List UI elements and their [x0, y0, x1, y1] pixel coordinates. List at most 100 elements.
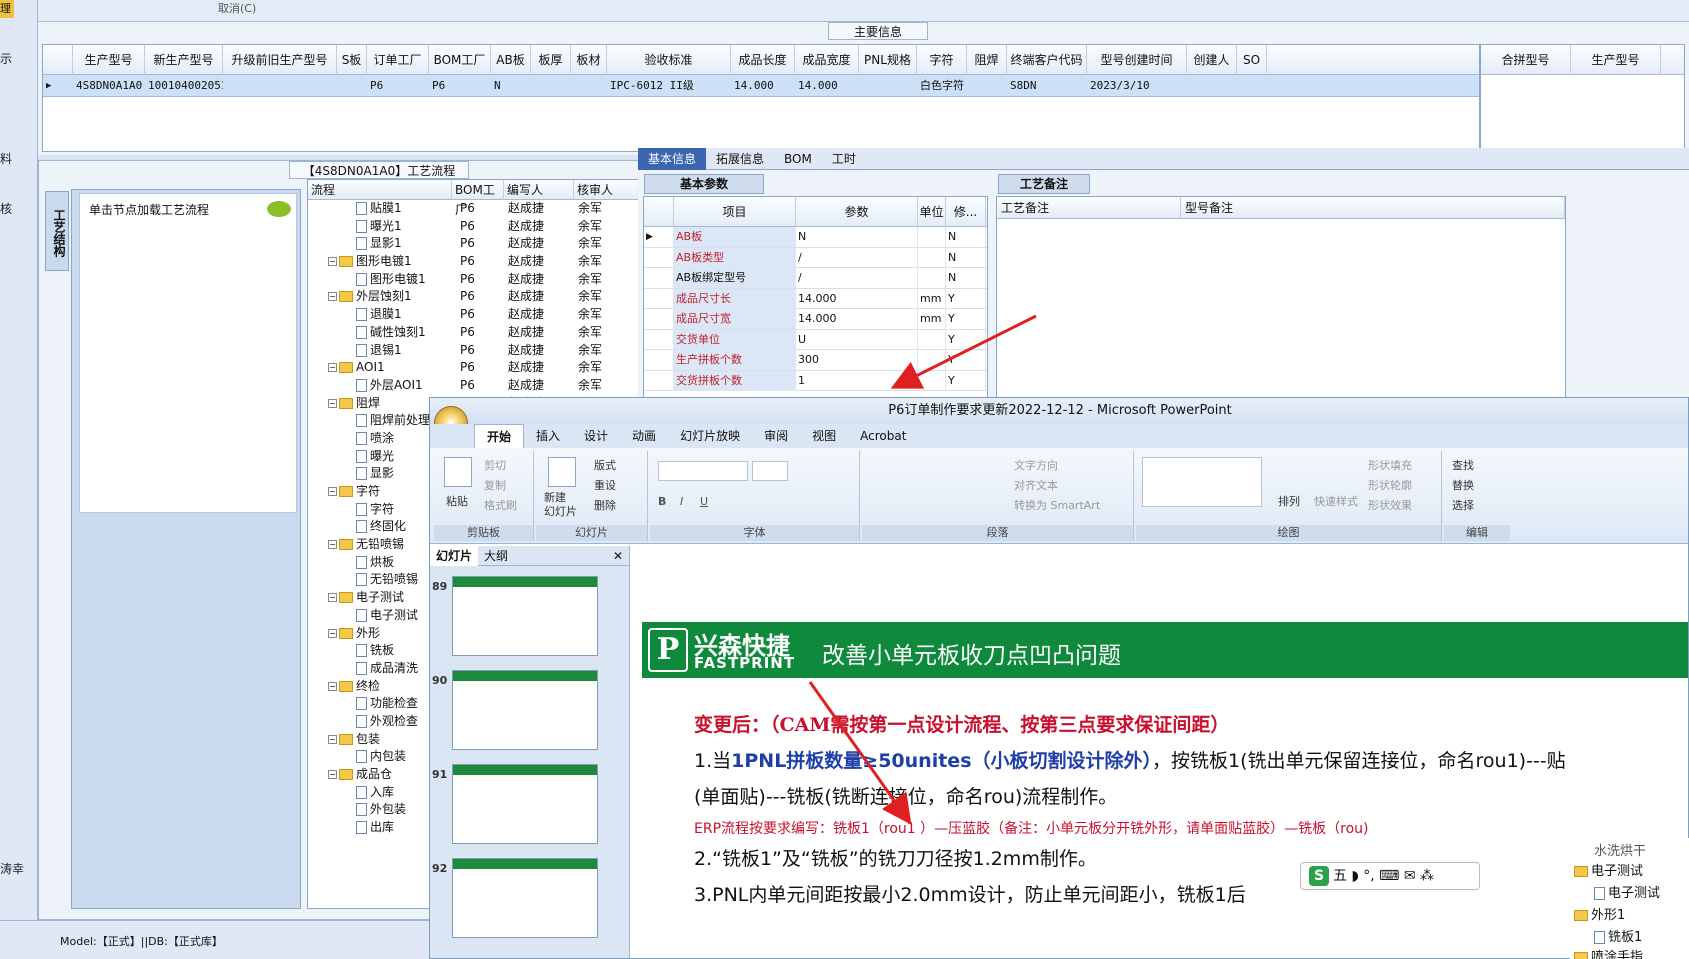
- param-row[interactable]: 交货单位 U Y: [644, 329, 987, 350]
- tree-row[interactable]: 显影1P6赵成捷余军已上R: [308, 235, 689, 253]
- col-header[interactable]: 阻焊: [967, 45, 1007, 75]
- col-header[interactable]: 终端客户代码: [1007, 45, 1087, 75]
- new-slide-icon[interactable]: [548, 457, 576, 487]
- layout-button[interactable]: 版式: [594, 457, 616, 473]
- tree-col-header[interactable]: BOM工厂: [452, 180, 504, 217]
- slide-thumbnail[interactable]: [452, 858, 598, 938]
- col-header[interactable]: 订单工厂: [367, 45, 429, 75]
- param-row[interactable]: 成品尺寸长 14.000 mm Y: [644, 288, 987, 309]
- col-header[interactable]: S板: [337, 45, 367, 75]
- col-header[interactable]: 成品宽度: [795, 45, 859, 75]
- col-item[interactable]: 项目: [674, 197, 796, 227]
- collapse-icon[interactable]: −: [328, 628, 337, 638]
- tab-design[interactable]: 设计: [572, 424, 620, 448]
- main-info-grid[interactable]: 生产型号 新生产型号 升级前旧生产型号 S板 订单工厂 BOM工厂 AB板 板厚 板材 验收标准成…: [42, 44, 1480, 152]
- cell[interactable]: [571, 75, 607, 97]
- font-name-box[interactable]: [658, 461, 748, 481]
- col-header[interactable]: 升级前旧生产型号: [223, 45, 337, 75]
- col-header[interactable]: 验收标准: [607, 45, 731, 75]
- load-area[interactable]: [79, 193, 297, 513]
- cell[interactable]: S8DN: [1007, 75, 1087, 97]
- param-value[interactable]: /: [796, 268, 918, 288]
- align-text-button[interactable]: 对齐文本: [1014, 477, 1058, 493]
- collapse-icon[interactable]: −: [328, 593, 337, 603]
- text-direction-button[interactable]: 文字方向: [1014, 457, 1058, 473]
- bold-button[interactable]: B: [658, 495, 666, 508]
- param-row[interactable]: ▶ AB板 N N: [644, 227, 987, 248]
- collapse-icon[interactable]: −: [328, 734, 337, 744]
- shape-outline-button[interactable]: 形状轮廓: [1368, 477, 1412, 493]
- shape-fill-button[interactable]: 形状填充: [1368, 457, 1412, 473]
- slide-thumbnail[interactable]: [452, 670, 598, 750]
- col-modify[interactable]: 修...: [946, 197, 986, 227]
- shape-effect-button[interactable]: 形状效果: [1368, 497, 1412, 513]
- collapse-icon[interactable]: −: [328, 292, 337, 302]
- col-param[interactable]: 参数: [796, 197, 918, 227]
- param-value[interactable]: /: [796, 247, 918, 268]
- tree-row[interactable]: −外层蚀刻1P6赵成捷余军已上R: [308, 288, 689, 306]
- tab-insert[interactable]: 插入: [524, 424, 572, 448]
- col-header[interactable]: 新生产型号: [145, 45, 223, 75]
- tab-basic-info[interactable]: 基本信息: [638, 148, 707, 170]
- col-header[interactable]: SO: [1237, 45, 1267, 75]
- tab-animation[interactable]: 动画: [620, 424, 668, 448]
- collapse-icon[interactable]: −: [328, 681, 337, 691]
- cell[interactable]: 白色字符: [917, 75, 967, 97]
- col-merge-model[interactable]: 合拼型号: [1481, 45, 1571, 75]
- collapse-icon[interactable]: −: [328, 540, 337, 550]
- col-header[interactable]: 字符: [917, 45, 967, 75]
- process-structure-tab[interactable]: 工艺结构: [45, 191, 69, 271]
- tree-row[interactable]: 贴膜1P6赵成捷余军已上R: [308, 200, 689, 218]
- tab-bom[interactable]: BOM: [774, 148, 822, 170]
- col-header[interactable]: 成品长度: [731, 45, 795, 75]
- param-row[interactable]: 生产拼板个数 300 Y: [644, 350, 987, 371]
- cell[interactable]: P6: [367, 75, 429, 97]
- close-icon[interactable]: ✕: [607, 546, 629, 566]
- cell[interactable]: N: [491, 75, 531, 97]
- select-button[interactable]: 选择: [1452, 497, 1474, 513]
- cell[interactable]: [337, 75, 367, 97]
- col-header[interactable]: PNL规格: [859, 45, 917, 75]
- col-header[interactable]: BOM工厂: [429, 45, 491, 75]
- table-row[interactable]: ▶4S8DN0A1A010010400205156P6P6NIPC-6012 I…: [43, 75, 1479, 97]
- param-value[interactable]: U: [796, 329, 918, 350]
- slide-thumbnail[interactable]: [452, 576, 598, 656]
- italic-button[interactable]: I: [680, 495, 683, 508]
- tree-row[interactable]: 外层AOI1P6赵成捷余军已上R: [308, 377, 689, 395]
- param-value[interactable]: 300: [796, 350, 918, 370]
- param-value[interactable]: N: [796, 227, 918, 247]
- delete-button[interactable]: 删除: [594, 497, 616, 513]
- col-header[interactable]: 板厚: [531, 45, 571, 75]
- arrange-button[interactable]: 排列: [1278, 493, 1300, 509]
- tab-process-remark[interactable]: 工艺备注: [998, 174, 1090, 194]
- cell[interactable]: P6: [429, 75, 491, 97]
- top-caption[interactable]: 取消(C): [38, 0, 1689, 22]
- tree-col-header[interactable]: 流程: [308, 180, 452, 200]
- cell[interactable]: [1237, 75, 1267, 97]
- param-value[interactable]: 14.000: [796, 288, 918, 309]
- tree-row[interactable]: −图形电镀1P6赵成捷余军已上R: [308, 253, 689, 271]
- cell[interactable]: IPC-6012 II级: [607, 75, 731, 97]
- quick-style-button[interactable]: 快速样式: [1314, 493, 1358, 509]
- tree-col-header[interactable]: 编写人: [504, 180, 574, 200]
- find-button[interactable]: 查找: [1452, 457, 1474, 473]
- tab-view[interactable]: 视图: [800, 424, 848, 448]
- collapse-icon[interactable]: −: [328, 398, 337, 408]
- tab-review[interactable]: 审阅: [752, 424, 800, 448]
- tree-row[interactable]: −AOI1P6赵成捷余军已上R: [308, 359, 689, 377]
- paste-button[interactable]: 粘贴: [446, 493, 468, 509]
- col-production-model[interactable]: 生产型号: [1571, 45, 1661, 75]
- col-header[interactable]: AB板: [491, 45, 531, 75]
- param-grid[interactable]: 项目 参数 单位 修... ▶ AB板 N N AB板类型 / N AB板绑定型号 / N 成品尺寸…: [643, 196, 988, 398]
- slide-canvas[interactable]: P 兴森快捷 FASTPRINT 改善小单元板收刀点凹凸问题 变更后：（CAM需…: [642, 622, 1688, 958]
- col-header[interactable]: 板材: [571, 45, 607, 75]
- collapse-icon[interactable]: −: [328, 770, 337, 779]
- underline-button[interactable]: U: [700, 495, 708, 508]
- smartart-button[interactable]: 转换为 SmartArt: [1014, 497, 1100, 513]
- col-header[interactable]: 生产型号: [73, 45, 145, 75]
- cell[interactable]: 14.000: [731, 75, 795, 97]
- tab-slideshow[interactable]: 幻灯片放映: [668, 424, 752, 448]
- nav-item-0[interactable]: 理: [0, 0, 14, 18]
- tab-acrobat[interactable]: Acrobat: [848, 424, 918, 448]
- collapse-icon[interactable]: −: [328, 257, 337, 267]
